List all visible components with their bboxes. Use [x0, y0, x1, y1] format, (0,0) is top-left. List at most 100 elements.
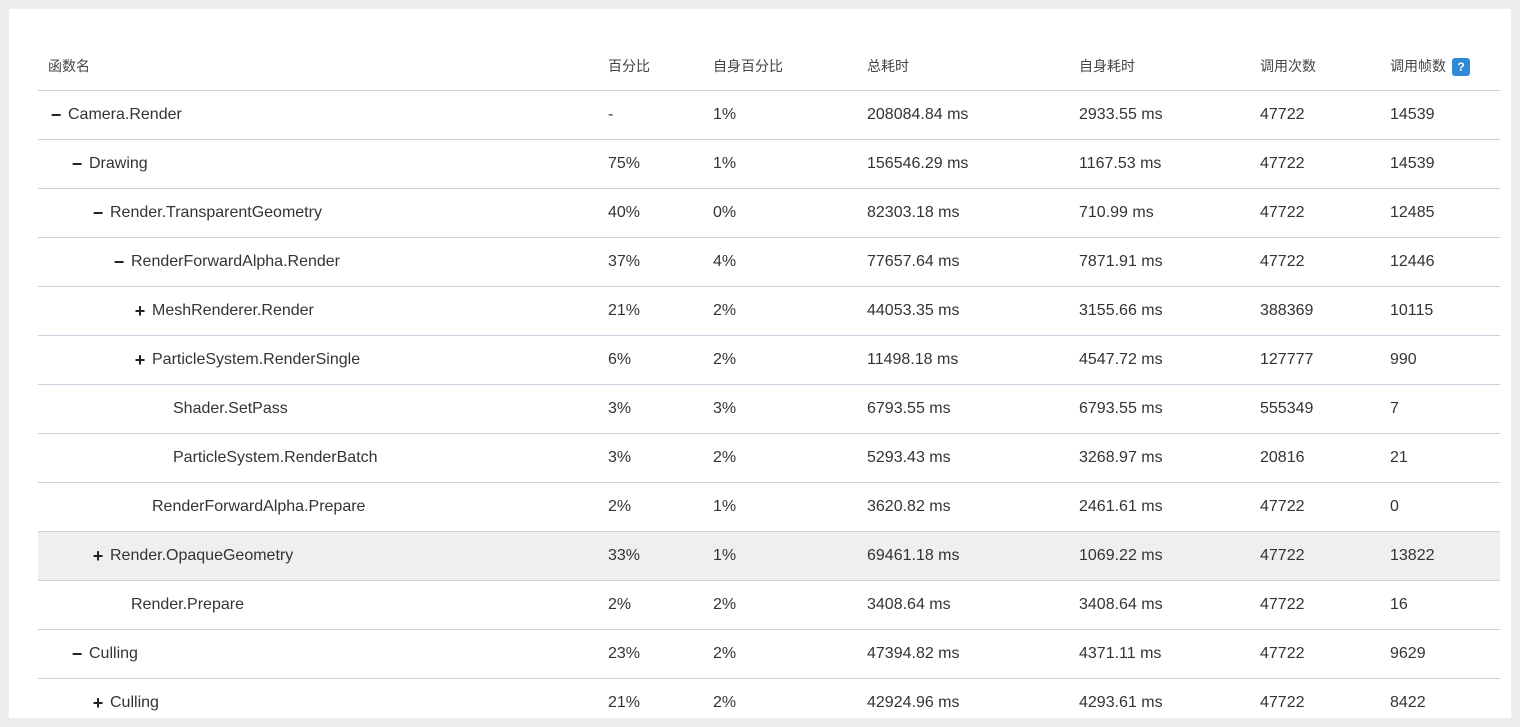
- cell-frames: 9629: [1380, 629, 1500, 679]
- cell-self-time: 2933.55 ms: [1069, 90, 1250, 140]
- cell-function-name: Shader.SetPass: [38, 384, 598, 434]
- function-name-wrapper: − RenderForwardAlpha.Render: [48, 253, 598, 271]
- table-row[interactable]: − Camera.Render -1% 208084.84 ms 2933.55 ms 4…: [38, 90, 1500, 140]
- cell-total-time: 47394.82 ms: [857, 629, 1069, 679]
- cell-frames: 13822: [1380, 531, 1500, 581]
- cell-percent: 75%: [598, 139, 703, 189]
- cell-self-percent: 0%: [703, 188, 857, 238]
- table-row[interactable]: − Drawing 75% 1% 156546.29 ms 1167.53 ms 47722…: [38, 139, 1500, 189]
- cell-function-name: − Drawing: [38, 139, 598, 189]
- cell-percent: 3%: [598, 384, 703, 434]
- function-name-wrapper: ParticleSystem.RenderBatch: [48, 449, 598, 467]
- expand-icon[interactable]: +: [90, 547, 106, 565]
- cell-total-time: 3620.82 ms: [857, 482, 1069, 532]
- function-name-label: Shader.SetPass: [173, 400, 288, 417]
- header-percent[interactable]: 百分比: [598, 42, 703, 91]
- header-total-time[interactable]: 总耗时: [857, 42, 1069, 91]
- cell-self-time: 2461.61 ms: [1069, 482, 1250, 532]
- cell-total-time: 82303.18 ms: [857, 188, 1069, 238]
- function-name-label: Render.OpaqueGeometry: [110, 547, 294, 564]
- header-self-time[interactable]: 自身耗时: [1069, 42, 1250, 91]
- cell-self-time: 6793.55 ms: [1069, 384, 1250, 434]
- collapse-icon[interactable]: −: [69, 155, 85, 173]
- function-name-wrapper: RenderForwardAlpha.Prepare: [48, 498, 598, 516]
- cell-self-percent: 2%: [703, 678, 857, 718]
- table-row[interactable]: + Culling 21% 2% 42924.96 ms 4293.61 ms 47722 8…: [38, 678, 1500, 718]
- cell-self-percent: 1%: [703, 482, 857, 532]
- cell-frames: 21: [1380, 433, 1500, 483]
- header-frames-label: 调用帧数: [1390, 57, 1446, 74]
- cell-self-time: 1167.53 ms: [1069, 139, 1250, 189]
- expand-icon[interactable]: +: [132, 351, 148, 369]
- cell-percent: 23%: [598, 629, 703, 679]
- cell-percent: 3%: [598, 433, 703, 483]
- table-row[interactable]: + ParticleSystem.RenderSingle 6% 2% 11498.18…: [38, 335, 1500, 385]
- cell-self-percent: 1%: [703, 90, 857, 140]
- table-row[interactable]: ParticleSystem.RenderBatch 3% 2% 5293.43 ms…: [38, 433, 1500, 483]
- profiler-table: 函数名 百分比 自身百分比 总耗时 自身耗时 调用次数 调用帧数? − Camer…: [38, 42, 1500, 718]
- header-function-name[interactable]: 函数名: [38, 42, 598, 91]
- cell-frames: 0: [1380, 482, 1500, 532]
- cell-calls: 47722: [1250, 580, 1380, 630]
- function-name-wrapper: − Camera.Render: [48, 106, 598, 124]
- function-name-label: MeshRenderer.Render: [152, 302, 314, 319]
- cell-total-time: 6793.55 ms: [857, 384, 1069, 434]
- profiler-panel: 函数名 百分比 自身百分比 总耗时 自身耗时 调用次数 调用帧数? − Camer…: [9, 9, 1511, 718]
- expand-icon[interactable]: +: [132, 302, 148, 320]
- cell-total-time: 5293.43 ms: [857, 433, 1069, 483]
- collapse-icon[interactable]: −: [111, 253, 127, 271]
- cell-percent: 21%: [598, 678, 703, 718]
- cell-self-time: 3408.64 ms: [1069, 580, 1250, 630]
- header-calls[interactable]: 调用次数: [1250, 42, 1380, 91]
- table-row[interactable]: + MeshRenderer.Render 21% 2% 44053.35 ms 3155…: [38, 286, 1500, 336]
- cell-calls: 47722: [1250, 188, 1380, 238]
- cell-calls: 47722: [1250, 237, 1380, 287]
- table-header-row: 函数名 百分比 自身百分比 总耗时 自身耗时 调用次数 调用帧数?: [38, 42, 1500, 91]
- cell-total-time: 11498.18 ms: [857, 335, 1069, 385]
- collapse-icon[interactable]: −: [90, 204, 106, 222]
- cell-self-percent: 4%: [703, 237, 857, 287]
- cell-total-time: 77657.64 ms: [857, 237, 1069, 287]
- cell-function-name: Render.Prepare: [38, 580, 598, 630]
- header-frames[interactable]: 调用帧数?: [1380, 42, 1500, 91]
- function-name-wrapper: + MeshRenderer.Render: [48, 302, 598, 320]
- function-name-wrapper: + Render.OpaqueGeometry: [48, 547, 598, 565]
- expand-icon[interactable]: +: [90, 694, 106, 712]
- table-row[interactable]: Shader.SetPass 3% 3% 6793.55 ms 6793.55 ms 55…: [38, 384, 1500, 434]
- function-name-wrapper: − Render.TransparentGeometry: [48, 204, 598, 222]
- table-row[interactable]: RenderForwardAlpha.Prepare 2% 1% 3620.82 ms…: [38, 482, 1500, 532]
- function-name-wrapper: + ParticleSystem.RenderSingle: [48, 351, 598, 369]
- cell-calls: 20816: [1250, 433, 1380, 483]
- cell-calls: 388369: [1250, 286, 1380, 336]
- table-row[interactable]: + Render.OpaqueGeometry 33% 1% 69461.18 ms 10…: [38, 531, 1500, 581]
- help-icon[interactable]: ?: [1452, 58, 1470, 77]
- cell-self-time: 3155.66 ms: [1069, 286, 1250, 336]
- table-row[interactable]: − Render.TransparentGeometry 40% 0% 82303.18…: [38, 188, 1500, 238]
- table-row[interactable]: Render.Prepare 2% 2% 3408.64 ms 3408.64 ms 47…: [38, 580, 1500, 630]
- cell-total-time: 156546.29 ms: [857, 139, 1069, 189]
- cell-function-name: + Culling: [38, 678, 598, 718]
- cell-self-time: 7871.91 ms: [1069, 237, 1250, 287]
- table-row[interactable]: − Culling 23% 2% 47394.82 ms 4371.11 ms 47722 9…: [38, 629, 1500, 679]
- cell-self-percent: 2%: [703, 286, 857, 336]
- cell-function-name: RenderForwardAlpha.Prepare: [38, 482, 598, 532]
- collapse-icon[interactable]: −: [69, 645, 85, 663]
- table-row[interactable]: − RenderForwardAlpha.Render 37% 4% 77657.64 …: [38, 237, 1500, 287]
- cell-self-time: 1069.22 ms: [1069, 531, 1250, 581]
- cell-calls: 555349: [1250, 384, 1380, 434]
- cell-total-time: 42924.96 ms: [857, 678, 1069, 718]
- collapse-icon[interactable]: −: [48, 106, 64, 124]
- header-self-percent[interactable]: 自身百分比: [703, 42, 857, 91]
- function-name-wrapper: + Culling: [48, 694, 598, 712]
- cell-percent: 33%: [598, 531, 703, 581]
- function-name-wrapper: Render.Prepare: [48, 596, 598, 614]
- cell-frames: 12446: [1380, 237, 1500, 287]
- cell-self-time: 4293.61 ms: [1069, 678, 1250, 718]
- cell-function-name: − Render.TransparentGeometry: [38, 188, 598, 238]
- cell-calls: 47722: [1250, 482, 1380, 532]
- function-name-label: Culling: [89, 645, 138, 662]
- cell-percent: 40%: [598, 188, 703, 238]
- cell-percent: 2%: [598, 482, 703, 532]
- cell-calls: 127777: [1250, 335, 1380, 385]
- cell-frames: 7: [1380, 384, 1500, 434]
